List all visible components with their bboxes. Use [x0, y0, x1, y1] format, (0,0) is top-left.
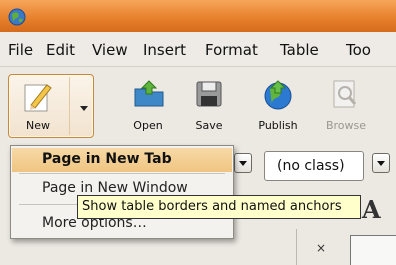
- larger-font-icon[interactable]: A: [362, 195, 381, 224]
- save-button-label[interactable]: Save: [192, 119, 226, 132]
- publish-button-label[interactable]: Publish: [256, 119, 300, 132]
- menu-item-label: Page in New Window: [42, 180, 188, 196]
- class-select-value: (no class): [277, 158, 345, 174]
- class-select-dropdown-icon[interactable]: [372, 153, 390, 173]
- delete-cell-icon[interactable]: ×: [316, 241, 326, 255]
- table-cell[interactable]: [350, 235, 396, 265]
- table-divider: [296, 229, 297, 265]
- window-titlebar: [0, 0, 396, 32]
- save-disk-icon[interactable]: [194, 79, 224, 109]
- new-button[interactable]: New: [8, 74, 94, 138]
- composition-toolbar: New Open Save Publish Browse: [0, 67, 396, 145]
- app-globe-icon[interactable]: [8, 8, 26, 26]
- open-button-label[interactable]: Open: [128, 119, 168, 132]
- new-dropdown-arrow-icon[interactable]: [80, 106, 88, 111]
- new-page-pencil-icon: [24, 84, 52, 112]
- browse-magnifier-icon: [333, 80, 357, 108]
- menu-item-page-in-new-tab[interactable]: Page in New Tab: [12, 148, 232, 172]
- menu-separator: [19, 173, 225, 174]
- open-folder-icon[interactable]: [132, 79, 166, 109]
- menu-tools[interactable]: Too: [346, 41, 371, 59]
- new-button-label: New: [26, 119, 50, 132]
- paragraph-format-dropdown-icon[interactable]: [234, 153, 252, 173]
- menu-table[interactable]: Table: [280, 41, 319, 59]
- tooltip-text: Show table borders and named anchors: [82, 199, 342, 214]
- menu-item-label: Page in New Tab: [42, 151, 172, 167]
- menu-format[interactable]: Format: [205, 41, 258, 59]
- new-button-split: [69, 77, 70, 135]
- menu-view[interactable]: View: [92, 41, 128, 59]
- tooltip: Show table borders and named anchors: [77, 195, 361, 219]
- publish-globe-icon[interactable]: [262, 79, 294, 111]
- menu-edit[interactable]: Edit: [46, 41, 75, 59]
- new-dropdown-menu: Page in New Tab Page in New Window More …: [10, 145, 234, 239]
- menu-insert[interactable]: Insert: [143, 41, 186, 59]
- browse-button-label: Browse: [325, 119, 367, 132]
- menu-bar: File Edit View Insert Format Table Too: [0, 32, 396, 67]
- class-select[interactable]: (no class): [264, 151, 364, 181]
- menu-file[interactable]: File: [8, 41, 33, 59]
